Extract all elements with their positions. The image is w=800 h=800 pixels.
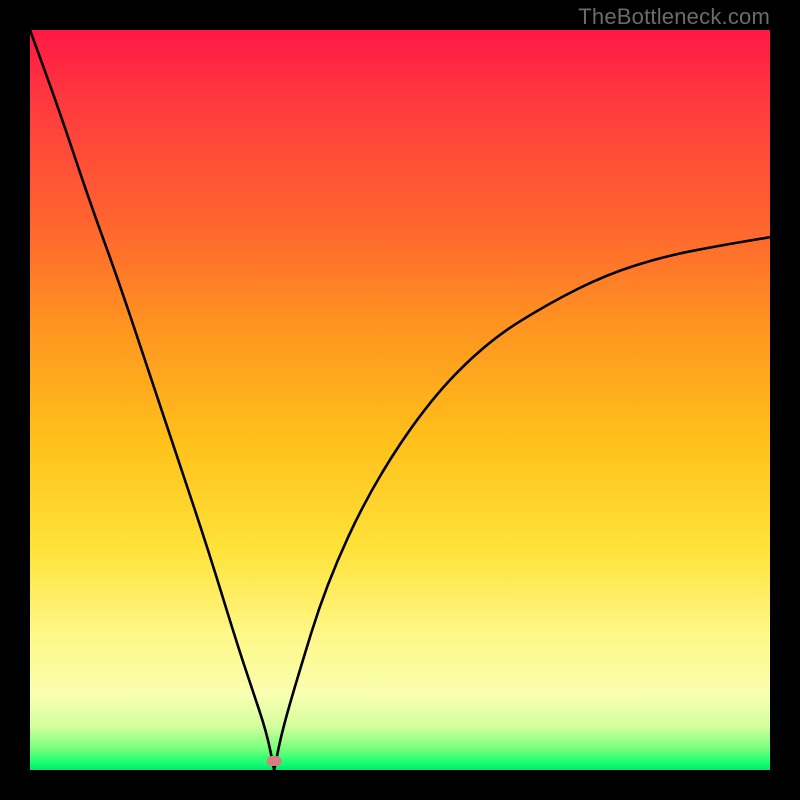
optimal-point-marker [267, 756, 282, 766]
bottleneck-curve [30, 30, 770, 770]
curve-path [30, 30, 770, 770]
plot-area [30, 30, 770, 770]
watermark-text: TheBottleneck.com [578, 4, 770, 30]
chart-frame: TheBottleneck.com [0, 0, 800, 800]
